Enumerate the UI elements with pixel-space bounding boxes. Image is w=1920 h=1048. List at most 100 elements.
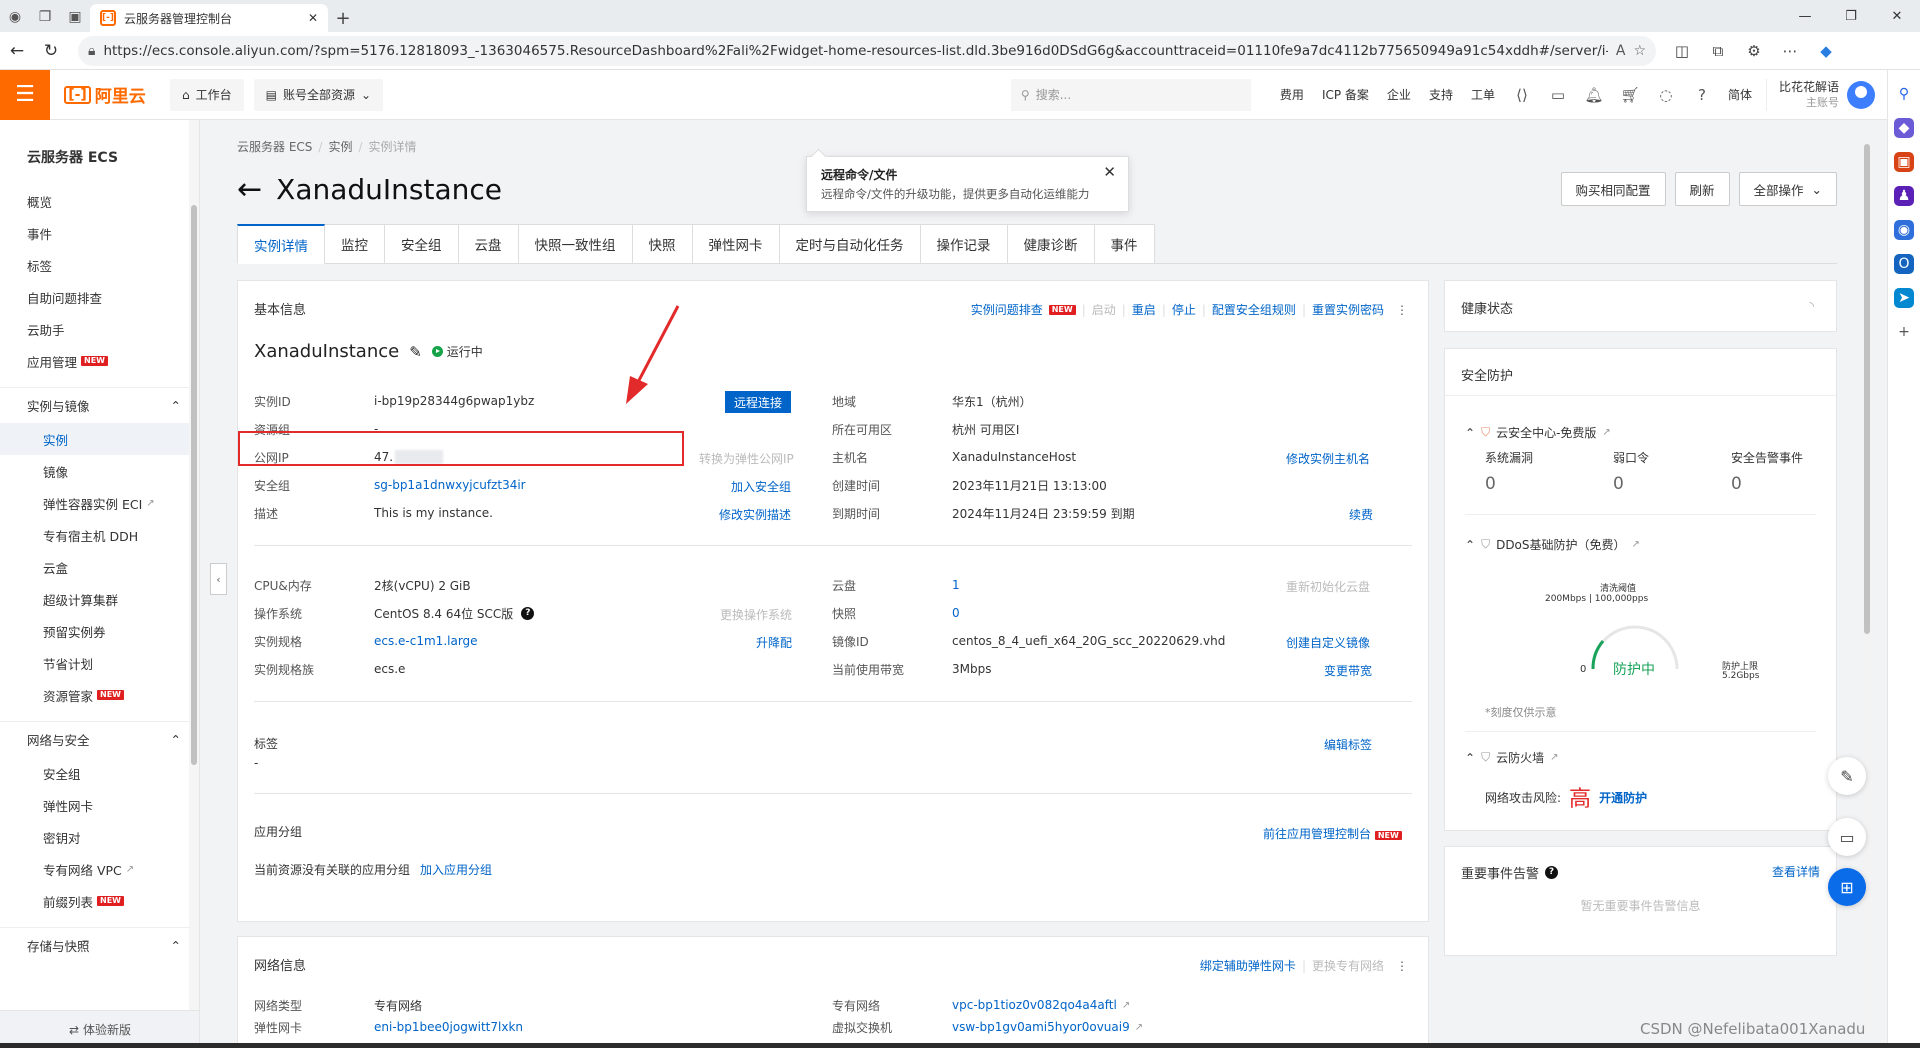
sec-center-row[interactable]: ⌃ ⛉ 云安全中心-免费版 ↗ bbox=[1465, 424, 1611, 441]
sidebar-group-instances-images[interactable]: 实例与镜像 ⌃ bbox=[0, 387, 199, 423]
sidebar-item-eni[interactable]: 弹性网卡 bbox=[0, 789, 199, 821]
minimize-icon[interactable]: — bbox=[1782, 0, 1828, 32]
disk-count-link[interactable]: 1 bbox=[952, 578, 960, 592]
menu-icon[interactable]: ☰ bbox=[0, 69, 50, 120]
url-field[interactable]: 🔒︎ https://ecs.console.aliyun.com/?spm=5… bbox=[78, 35, 1656, 66]
extensions-icon[interactable]: ⚙ bbox=[1736, 35, 1772, 67]
language-switch[interactable]: 简体 bbox=[1720, 86, 1760, 103]
tab-scheduled-tasks[interactable]: 定时与自动化任务 bbox=[779, 224, 921, 264]
tab-disks[interactable]: 云盘 bbox=[458, 224, 519, 264]
tab-instance-details[interactable]: 实例详情 bbox=[237, 224, 325, 264]
nav-link-icp[interactable]: ICP 备案 bbox=[1313, 86, 1378, 103]
site-info-icon[interactable]: 🔒︎ bbox=[88, 43, 95, 59]
add-app-group-link[interactable]: 加入应用分组 bbox=[420, 861, 492, 878]
aliyun-logo[interactable]: [-] 阿里云 bbox=[50, 82, 160, 107]
sidebar-item-vpc[interactable]: 专有网络 VPC ↗ bbox=[0, 853, 199, 885]
edit-tags-link[interactable]: 编辑标签 bbox=[1324, 736, 1372, 753]
sidebar-item-reserved[interactable]: 预留实例券 bbox=[0, 615, 199, 647]
nav-link-support[interactable]: 支持 bbox=[1420, 86, 1462, 103]
snapshot-count-link[interactable]: 0 bbox=[952, 606, 960, 620]
bind-eni-link[interactable]: 绑定辅助弹性网卡 bbox=[1200, 957, 1296, 974]
buy-same-config-button[interactable]: 购买相同配置 bbox=[1560, 172, 1666, 206]
close-icon[interactable]: ✕ bbox=[1103, 163, 1116, 181]
sidebar-item-security-groups[interactable]: 安全组 bbox=[0, 757, 199, 789]
favorite-star-icon[interactable]: ☆ bbox=[1633, 43, 1646, 59]
create-image-link[interactable]: 创建自定义镜像 bbox=[1286, 634, 1370, 651]
breadcrumb-ecs[interactable]: 云服务器 ECS bbox=[237, 140, 312, 154]
sidebar-item-cloudbox[interactable]: 云盒 bbox=[0, 551, 199, 583]
copilot-icon[interactable]: ◆ bbox=[1808, 35, 1844, 67]
security-group-link[interactable]: sg-bp1a1dnwxyjcufzt34ir bbox=[374, 478, 526, 492]
edit-pencil-icon[interactable]: ✎ bbox=[409, 343, 422, 361]
stop-link[interactable]: 停止 bbox=[1172, 301, 1196, 318]
troubleshoot-link[interactable]: 实例问题排查 bbox=[971, 301, 1043, 318]
code-icon[interactable]: ⟨⟩ bbox=[1504, 86, 1540, 104]
nav-link-billing[interactable]: 费用 bbox=[1271, 86, 1313, 103]
add-security-group-link[interactable]: 加入安全组 bbox=[731, 478, 791, 495]
collections-icon[interactable]: ⧉ bbox=[1700, 35, 1736, 67]
change-os-link[interactable]: 更换操作系统 bbox=[720, 606, 792, 623]
change-bandwidth-link[interactable]: 变更带宽 bbox=[1324, 662, 1372, 679]
reinit-disk-link[interactable]: 重新初始化云盘 bbox=[1286, 578, 1370, 595]
close-tab-icon[interactable]: ✕ bbox=[308, 11, 318, 25]
tab-actions-icon[interactable]: ▣ bbox=[60, 2, 90, 32]
sidebar-item-savings-plan[interactable]: 节省计划 bbox=[0, 647, 199, 679]
search-icon[interactable]: ⚲ bbox=[1894, 84, 1914, 104]
terminal-icon[interactable]: ▭ bbox=[1540, 86, 1576, 104]
sidebar-item-troubleshoot[interactable]: 自助问题排查 bbox=[0, 281, 199, 313]
console-search-input[interactable]: ⚲ 搜索... bbox=[1010, 78, 1251, 111]
tab-operation-logs[interactable]: 操作记录 bbox=[920, 224, 1008, 264]
sidebar-item-eci[interactable]: 弹性容器实例 ECI ↗ bbox=[0, 487, 199, 519]
browser-tab-active[interactable]: [-] 云服务器管理控制台 ✕ bbox=[90, 4, 328, 32]
split-screen-icon[interactable]: ◫ bbox=[1664, 35, 1700, 67]
edit-description-link[interactable]: 修改实例描述 bbox=[719, 506, 791, 523]
nav-link-ticket[interactable]: 工单 bbox=[1462, 86, 1504, 103]
enable-protection-link[interactable]: 开通防护 bbox=[1599, 789, 1647, 806]
all-actions-dropdown[interactable]: 全部操作 ⌄ bbox=[1738, 172, 1837, 206]
user-menu[interactable]: 比花花解语 主账号 bbox=[1765, 78, 1887, 111]
sidebar-item-keypairs[interactable]: 密钥对 bbox=[0, 821, 199, 853]
bell-icon[interactable]: 🔔︎ bbox=[1576, 86, 1612, 104]
bulb-icon[interactable]: ◌ bbox=[1648, 86, 1684, 104]
vswitch-link[interactable]: vsw-bp1gv0ami5hyor0ovuai9 bbox=[952, 1020, 1130, 1034]
sidebar-item-app-mgmt[interactable]: 应用管理 NEW bbox=[0, 345, 199, 377]
workspaces-icon[interactable]: ❐ bbox=[30, 2, 60, 32]
start-link[interactable]: 启动 bbox=[1092, 301, 1116, 318]
instance-type-link[interactable]: ecs.e-c1m1.large bbox=[374, 634, 478, 648]
help-icon[interactable]: ? bbox=[1545, 866, 1559, 879]
sidebar-item-images[interactable]: 镜像 bbox=[0, 455, 199, 487]
chat-fab-icon[interactable]: ▭ bbox=[1828, 818, 1866, 856]
ddos-row[interactable]: ⌃ ⛉ DDoS基础防护（免费） ↗ bbox=[1465, 536, 1640, 553]
games-icon[interactable]: ♟ bbox=[1894, 186, 1914, 206]
copilot-side-icon[interactable]: ◉ bbox=[1894, 220, 1914, 240]
sidebar-group-network-security[interactable]: 网络与安全 ⌃ bbox=[0, 721, 199, 757]
apps-fab-icon[interactable]: ⊞ bbox=[1828, 868, 1866, 906]
convert-eip-link[interactable]: 转换为弹性公网IP bbox=[699, 450, 794, 467]
close-window-icon[interactable]: ✕ bbox=[1874, 0, 1920, 32]
change-vpc-link[interactable]: 更换专有网络 bbox=[1312, 957, 1384, 974]
add-sidebar-icon[interactable]: + bbox=[1894, 322, 1914, 342]
sidebar-group-storage[interactable]: 存储与快照 ⌃ bbox=[0, 927, 199, 963]
sidebar-item-overview[interactable]: 概览 bbox=[0, 185, 199, 217]
tab-events[interactable]: 事件 bbox=[1094, 224, 1155, 264]
goto-app-console-link[interactable]: 前往应用管理控制台 NEW bbox=[1263, 825, 1402, 842]
firewall-row[interactable]: ⌃ ⛉ 云防火墙 ↗ bbox=[1465, 749, 1558, 766]
workbench-button[interactable]: ⌂ 工作台 bbox=[170, 78, 244, 111]
breadcrumb-instances[interactable]: 实例 bbox=[328, 140, 352, 154]
new-tab-icon[interactable]: + bbox=[328, 4, 358, 32]
restart-link[interactable]: 重启 bbox=[1132, 301, 1156, 318]
edit-fab-icon[interactable]: ✎ bbox=[1828, 757, 1866, 795]
collapse-sidebar-button[interactable]: ‹ bbox=[210, 563, 227, 595]
vpc-link[interactable]: vpc-bp1tioz0v082qo4a4aftl bbox=[952, 998, 1117, 1012]
eni-link[interactable]: eni-bp1bee0jogwitt7lxkn bbox=[374, 1020, 523, 1034]
shopping-icon[interactable]: ◆ bbox=[1894, 118, 1914, 138]
outlook-icon[interactable]: O bbox=[1894, 254, 1914, 274]
reload-icon[interactable]: ↻ bbox=[34, 34, 68, 68]
edit-hostname-link[interactable]: 修改实例主机名 bbox=[1286, 450, 1370, 467]
remote-connect-button[interactable]: 远程连接 bbox=[725, 391, 792, 413]
renew-link[interactable]: 续费 bbox=[1349, 506, 1373, 523]
cart-icon[interactable]: 🛒︎ bbox=[1612, 86, 1648, 104]
back-arrow-icon[interactable]: ← bbox=[237, 172, 262, 207]
tab-health-diagnosis[interactable]: 健康诊断 bbox=[1007, 224, 1095, 264]
more-vertical-icon[interactable]: ⋮ bbox=[1396, 959, 1408, 973]
